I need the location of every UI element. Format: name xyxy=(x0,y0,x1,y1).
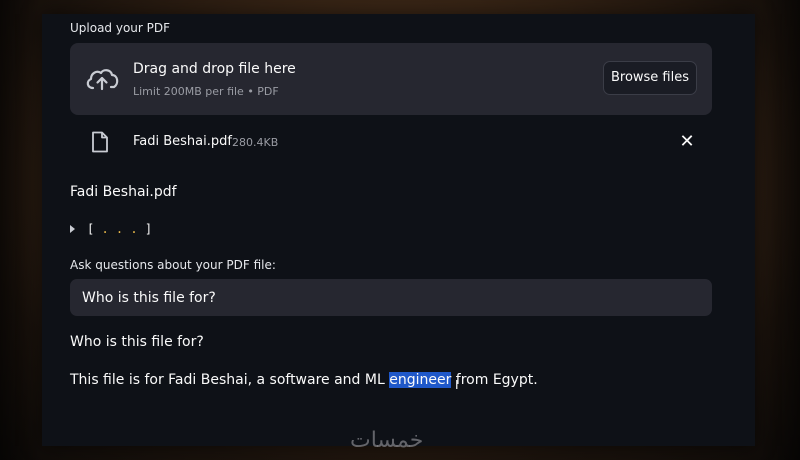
question-input[interactable] xyxy=(70,279,712,316)
file-icon xyxy=(92,131,108,153)
answer-text: This file is for Fadi Beshai, a software… xyxy=(70,372,538,388)
dropzone-limit-text: Limit 200MB per file • PDF xyxy=(133,85,279,98)
close-icon[interactable]: ✕ xyxy=(678,133,696,151)
cloud-upload-icon xyxy=(86,69,119,91)
selected-text: engineer xyxy=(389,372,452,388)
file-name-heading: Fadi Beshai.pdf xyxy=(70,184,177,200)
file-dropzone[interactable]: Drag and drop file here Limit 200MB per … xyxy=(70,43,712,115)
uploaded-file-row: Fadi Beshai.pdf 280.4KB ✕ xyxy=(70,127,712,157)
collapsed-content: [ . . . ] xyxy=(87,222,153,236)
question-label: Ask questions about your PDF file: xyxy=(70,258,276,272)
uploaded-file-size: 280.4KB xyxy=(232,136,279,149)
watermark-logo: خمسات xyxy=(350,428,424,453)
uploaded-file-name: Fadi Beshai.pdf xyxy=(133,134,232,149)
dropzone-title: Drag and drop file here xyxy=(133,61,296,77)
upload-label: Upload your PDF xyxy=(70,21,171,35)
caret-right-icon[interactable] xyxy=(70,225,75,233)
browse-files-button[interactable]: Browse files xyxy=(603,61,697,95)
json-expander[interactable]: [ . . . ] xyxy=(70,219,152,239)
text-cursor-icon: I xyxy=(455,378,459,392)
app-main-panel: Upload your PDF Drag and drop file here … xyxy=(42,14,755,446)
asked-question-text: Who is this file for? xyxy=(70,334,204,350)
